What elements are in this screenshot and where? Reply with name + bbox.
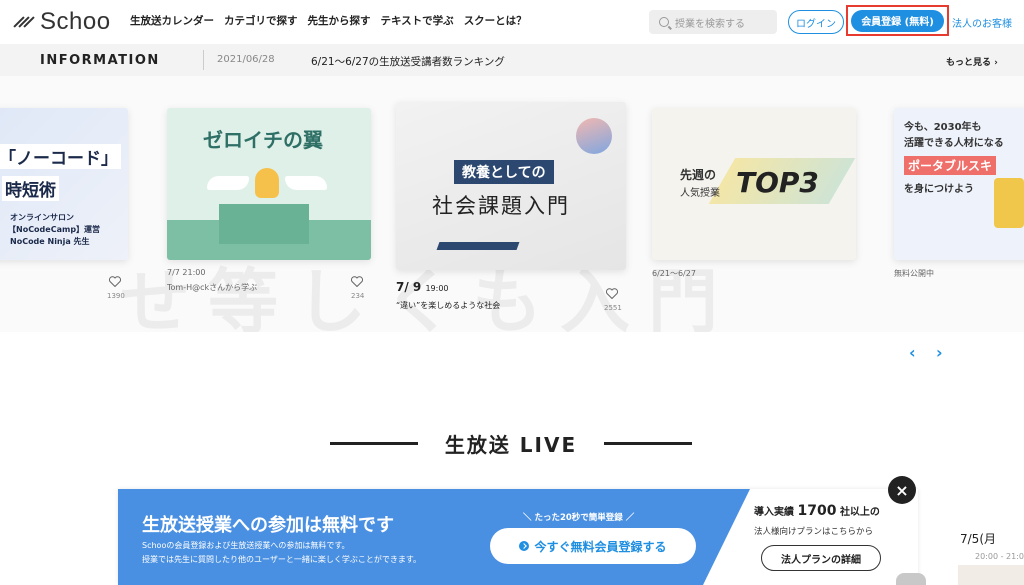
heading-line xyxy=(330,441,418,445)
arrow-circle-icon xyxy=(519,541,530,551)
card-line: を身につけよう xyxy=(904,184,974,195)
illustration-shape xyxy=(994,178,1024,228)
carousel-prev-button[interactable]: ‹ xyxy=(909,343,916,362)
course-carousel: せ等しくも入門 「ノーコード」 時短術 オンラインサロン 【NoCodeCamp… xyxy=(0,76,1024,332)
free-register-button[interactable]: 今すぐ無料会員登録する xyxy=(490,528,696,564)
card-date: 7/ 9 19:00 xyxy=(396,280,449,294)
logo-text: Schoo xyxy=(40,8,111,35)
like-count: 1390 xyxy=(107,292,125,300)
information-bar: INFORMATION 2021/06/28 6/21〜6/27の生放送受講者数… xyxy=(0,44,1024,76)
card-date: 6/21〜6/27 xyxy=(652,269,696,278)
heart-icon[interactable] xyxy=(109,276,121,287)
banner-title: 生放送授業への参加は無料です xyxy=(142,515,394,536)
nav-item-calendar[interactable]: 生放送カレンダー xyxy=(130,13,214,28)
card-line: ポータブルスキ xyxy=(904,156,997,175)
carousel-card[interactable]: 「ノーコード」 時短術 オンラインサロン 【NoCodeCamp】運営 NoCo… xyxy=(0,108,130,300)
card-line: 「ノーコード」 xyxy=(0,144,121,169)
login-button[interactable]: ログイン xyxy=(788,10,844,34)
card-date-day: 7/ 9 xyxy=(396,280,422,294)
carousel-card[interactable]: 今も、2030年も 活躍できる人材になる ポータブルスキ を身につけよう 無料公… xyxy=(894,108,1024,298)
card-thumbnail: 「ノーコード」 時短術 オンラインサロン 【NoCodeCamp】運営 NoCo… xyxy=(0,108,128,260)
register-button[interactable]: 会員登録 (無料) xyxy=(851,9,944,32)
card-subtitle: “違い”を楽しめるような社会 xyxy=(396,301,501,310)
corporate-stats-number: 1700 xyxy=(797,503,837,519)
wing-icon xyxy=(285,176,327,190)
carousel-card[interactable]: 先週の 人気授業 TOP3 6/21〜6/27 xyxy=(652,108,856,298)
card-line: 【NoCodeCamp】運営 xyxy=(8,225,101,234)
card-label: 先週の xyxy=(680,168,717,182)
bulb-icon xyxy=(255,168,279,198)
section-title: 生放送 LIVE xyxy=(444,432,578,457)
card-date: 7/7 21:00 xyxy=(167,268,206,277)
card-line: 今も、2030年も xyxy=(904,122,982,133)
logo-mark-icon xyxy=(12,11,35,33)
corporate-stats-post: 社以上の xyxy=(839,507,880,518)
wing-icon xyxy=(207,176,249,190)
search-icon xyxy=(659,17,669,27)
live-time: 20:00 - 21:0 xyxy=(975,552,1024,561)
carousel-card-featured[interactable]: 教養としての 社会課題入門 7/ 9 19:00 “違い”を楽しめるような社会 … xyxy=(396,102,626,316)
card-title: TOP3 xyxy=(736,166,819,199)
card-label: 人気授業 xyxy=(680,188,720,199)
information-link[interactable]: 6/21〜6/27の生放送受講者数ランキング xyxy=(311,54,505,69)
carousel-card[interactable]: ゼロイチの翼 7/7 21:00 Tom-H@ckさんから学ぶ 234 xyxy=(167,108,371,300)
corporate-link[interactable]: 法人のお客様 xyxy=(952,15,1012,30)
carousel-next-button[interactable]: › xyxy=(936,343,943,362)
card-line: NoCode Ninja 先生 xyxy=(10,237,90,246)
heart-icon[interactable] xyxy=(351,276,363,287)
nav-item-teacher[interactable]: 先生から探す xyxy=(308,13,371,28)
card-thumbnail: 今も、2030年も 活躍できる人材になる ポータブルスキ を身につけよう xyxy=(894,108,1024,260)
card-thumbnail: ゼロイチの翼 xyxy=(167,108,371,260)
decor-circle xyxy=(576,118,612,154)
information-date: 2021/06/28 xyxy=(217,54,275,65)
card-title: 社会課題入門 xyxy=(432,194,570,218)
information-title: INFORMATION xyxy=(40,53,160,68)
banner-description: Schooの会員登録および生放送授業への参加は無料です。 xyxy=(142,541,350,550)
card-thumbnail: 先週の 人気授業 TOP3 xyxy=(652,108,856,260)
box-shape xyxy=(219,204,309,244)
like-count: 2551 xyxy=(604,304,622,312)
card-line: 活躍できる人材になる xyxy=(904,138,1004,149)
heading-line xyxy=(603,441,692,445)
corporate-plan-button[interactable]: 法人プランの詳細 xyxy=(761,545,881,571)
card-line: 時短術 xyxy=(2,176,59,201)
banner-description: 授業では先生に質問したり他のユーザーと一緒に楽しく学ぶことができます。 xyxy=(142,555,422,564)
card-subtitle: Tom-H@ckさんから学ぶ xyxy=(167,283,258,292)
live-date: 7/5(月 xyxy=(960,532,996,546)
register-highlight: 会員登録 (無料) xyxy=(846,5,949,36)
nav-item-about[interactable]: スクーとは？ xyxy=(464,13,527,28)
card-title: ゼロイチの翼 xyxy=(203,128,323,152)
card-thumbnail: 教養としての 社会課題入門 xyxy=(396,102,626,270)
schoo-logo[interactable]: Schoo xyxy=(12,8,111,36)
like-count: 234 xyxy=(351,292,365,300)
page: Schoo 生放送カレンダー カテゴリで探す 先生から探す テキストで学ぶ スク… xyxy=(0,0,1024,585)
nav-item-text[interactable]: テキストで学ぶ xyxy=(381,13,454,28)
card-title-tag: 教養としての xyxy=(454,160,554,184)
main-nav: 生放送カレンダー カテゴリで探す 先生から探す テキストで学ぶ スクーとは？ xyxy=(130,13,527,28)
nav-item-category[interactable]: カテゴリで探す xyxy=(224,13,298,28)
corporate-plan-text: 法人様向けプランはこちらから xyxy=(754,527,874,537)
card-line: オンラインサロン xyxy=(10,213,74,222)
free-register-label: 今すぐ無料会員登録する xyxy=(534,539,667,554)
more-link[interactable]: もっと見る › xyxy=(946,55,998,68)
search-placeholder: 授業を検索する xyxy=(675,18,745,30)
search-input[interactable]: 授業を検索する xyxy=(649,10,777,34)
banner-tagline: ＼ たった20秒で簡単登録 ／ xyxy=(523,513,635,523)
divider xyxy=(203,50,204,70)
live-card-thumbnail[interactable] xyxy=(958,565,1024,585)
corporate-stats: 導入実績 1700 社以上の xyxy=(754,503,880,519)
header: Schoo 生放送カレンダー カテゴリで探す 先生から探す テキストで学ぶ スク… xyxy=(0,0,1024,44)
decor-shape xyxy=(436,242,520,250)
corporate-stats-pre: 導入実績 xyxy=(754,507,794,518)
close-icon[interactable]: × xyxy=(888,476,916,504)
card-time: 19:00 xyxy=(425,284,449,293)
registration-banner: 生放送授業への参加は無料です Schooの会員登録および生放送授業への参加は無料… xyxy=(118,489,918,585)
live-section-heading: 生放送 LIVE xyxy=(330,428,692,458)
floating-widget[interactable] xyxy=(896,573,926,585)
card-badge: 無料公開中 xyxy=(894,269,934,278)
heart-icon[interactable] xyxy=(606,288,618,299)
